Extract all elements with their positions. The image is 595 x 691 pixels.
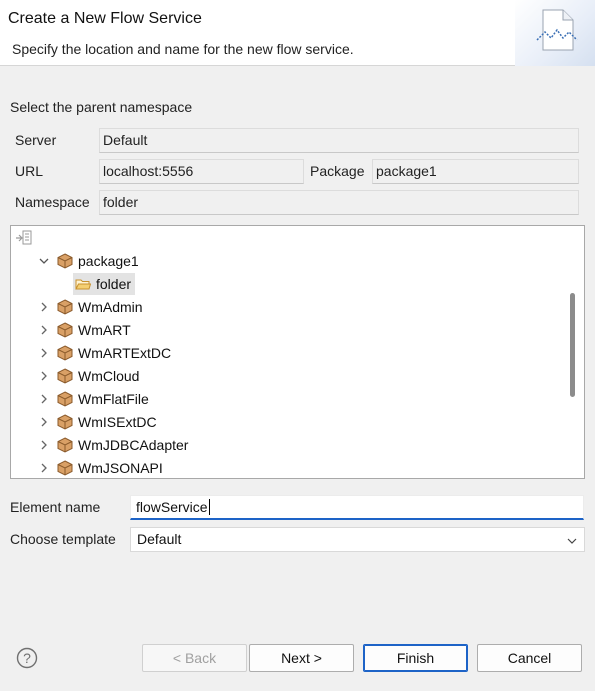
tree-scrollbar-thumb[interactable] [570, 293, 575, 397]
tree-item-label: WmISExtDC [78, 414, 157, 430]
cancel-button[interactable]: Cancel [477, 644, 582, 672]
package-icon [57, 437, 73, 453]
chevron-right-icon[interactable] [37, 438, 51, 452]
namespace-field: folder [99, 190, 579, 215]
url-label: URL [15, 163, 44, 179]
package-icon [57, 460, 73, 476]
tree-item-package1[interactable]: package1 [37, 250, 139, 272]
package-icon [57, 368, 73, 384]
help-icon[interactable]: ? [16, 647, 38, 672]
tree-item-label: WmARTExtDC [78, 345, 172, 361]
server-field: Default [99, 128, 579, 153]
chevron-down-icon [566, 534, 578, 550]
chevron-right-icon[interactable] [37, 323, 51, 337]
tree-item-package[interactable]: WmISExtDC [37, 411, 157, 433]
package-icon [57, 345, 73, 361]
chevron-right-icon[interactable] [37, 392, 51, 406]
tree-item-label: WmAdmin [78, 299, 143, 315]
package-label: Package [310, 163, 365, 179]
tree-item-label: package1 [78, 253, 139, 269]
tree-item-package[interactable]: WmFlatFile [37, 388, 149, 410]
text-caret [208, 499, 210, 515]
url-field: localhost:5556 [99, 159, 304, 184]
tree-item-package[interactable]: WmJDBCAdapter [37, 434, 188, 456]
folder-open-icon [75, 276, 92, 292]
template-select-value: Default [137, 531, 182, 547]
choose-template-label: Choose template [10, 531, 116, 547]
tree-item-label: WmART [78, 322, 131, 338]
element-name-input[interactable]: flowService [130, 495, 584, 520]
next-button[interactable]: Next > [249, 644, 354, 672]
chevron-right-icon[interactable] [37, 415, 51, 429]
chevron-down-icon[interactable] [37, 254, 51, 268]
tree-item-folder[interactable]: folder [73, 273, 136, 295]
tree-item-label: WmJSONAPI [78, 460, 163, 476]
tree-item-package[interactable]: WmAdmin [37, 296, 143, 318]
server-label: Server [15, 132, 57, 148]
collapse-all-icon[interactable] [15, 230, 33, 249]
chevron-right-icon[interactable] [37, 300, 51, 314]
tree-item-label: WmJDBCAdapter [78, 437, 189, 453]
help-glyph: ? [23, 650, 31, 666]
package-icon [57, 322, 73, 338]
chevron-right-icon[interactable] [37, 461, 51, 475]
tree-item-package[interactable]: WmART [37, 319, 131, 341]
package-field: package1 [372, 159, 579, 184]
wizard-description: Specify the location and name for the ne… [12, 41, 354, 57]
tree-item-label: folder [96, 276, 132, 292]
back-button[interactable]: < Back [142, 644, 247, 672]
chevron-right-icon[interactable] [37, 369, 51, 383]
flow-document-icon [536, 9, 578, 51]
template-select[interactable]: Default [130, 527, 585, 552]
package-icon [57, 299, 73, 315]
package-icon [57, 414, 73, 430]
namespace-label: Namespace [15, 194, 90, 210]
element-name-label: Element name [10, 499, 101, 515]
tree-item-label: WmFlatFile [78, 391, 149, 407]
parent-namespace-label: Select the parent namespace [10, 99, 193, 115]
namespace-tree[interactable]: package1 folder WmAdmin WmART WmARTExtDC… [10, 225, 585, 479]
wizard-title: Create a New Flow Service [8, 10, 202, 27]
wizard-header: Create a New Flow Service Specify the lo… [0, 0, 595, 66]
wizard-banner-image [515, 0, 595, 66]
tree-item-package[interactable]: WmCloud [37, 365, 139, 387]
chevron-right-icon[interactable] [37, 346, 51, 360]
finish-button[interactable]: Finish [363, 644, 468, 672]
element-name-value: flowService [136, 499, 208, 515]
tree-item-package[interactable]: WmARTExtDC [37, 342, 171, 364]
package-icon [57, 391, 73, 407]
package-icon [57, 253, 73, 269]
tree-item-label: WmCloud [78, 368, 140, 384]
tree-item-package[interactable]: WmJSONAPI [37, 457, 163, 478]
